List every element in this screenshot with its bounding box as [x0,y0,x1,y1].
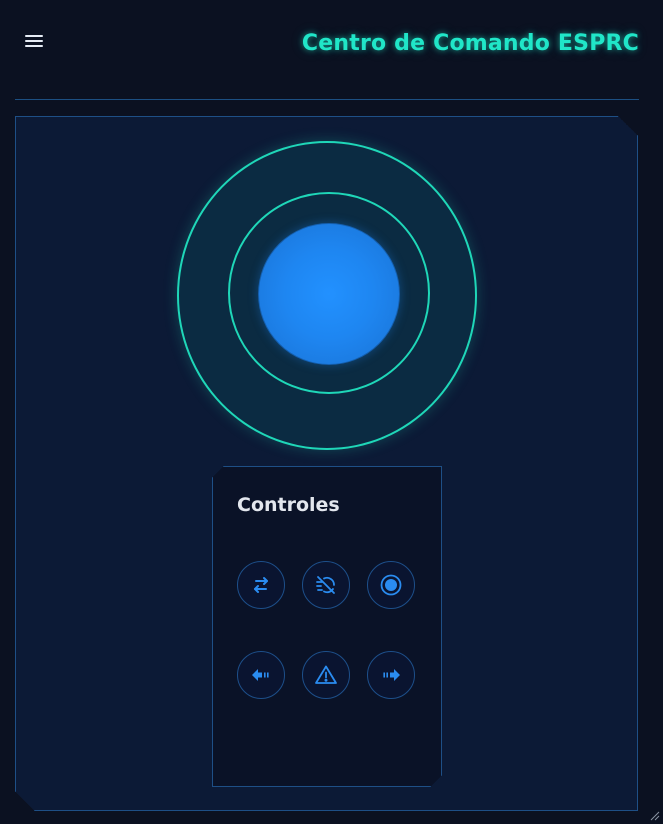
app-title: Centro de Comando ESPRC [301,31,639,56]
left-signal-button[interactable] [237,651,285,699]
speed-off-button[interactable] [302,561,350,609]
panel-corner-cut [430,775,442,787]
warning-triangle-icon [315,665,337,684]
panel-corner-cut [618,116,638,136]
joystick-knob[interactable] [258,223,400,365]
swap-direction-button[interactable] [237,561,285,609]
controls-panel: Controles [212,466,442,787]
arrows-swap-icon [254,577,268,593]
wind-off-icon [316,576,335,594]
panel-corner-cut [15,791,35,811]
record-icon [380,574,402,596]
right-signal-button[interactable] [367,651,415,699]
panel-corner-cut [212,466,224,478]
arrow-right-icon [383,669,400,681]
resize-grip-icon[interactable] [648,809,660,821]
hamburger-menu-icon[interactable] [24,34,46,50]
hazard-button[interactable] [302,651,350,699]
controls-title: Controles [237,494,340,516]
record-button[interactable] [367,561,415,609]
arrow-left-icon [252,669,269,681]
header-divider [15,99,639,100]
main-panel: Controles [15,116,638,811]
